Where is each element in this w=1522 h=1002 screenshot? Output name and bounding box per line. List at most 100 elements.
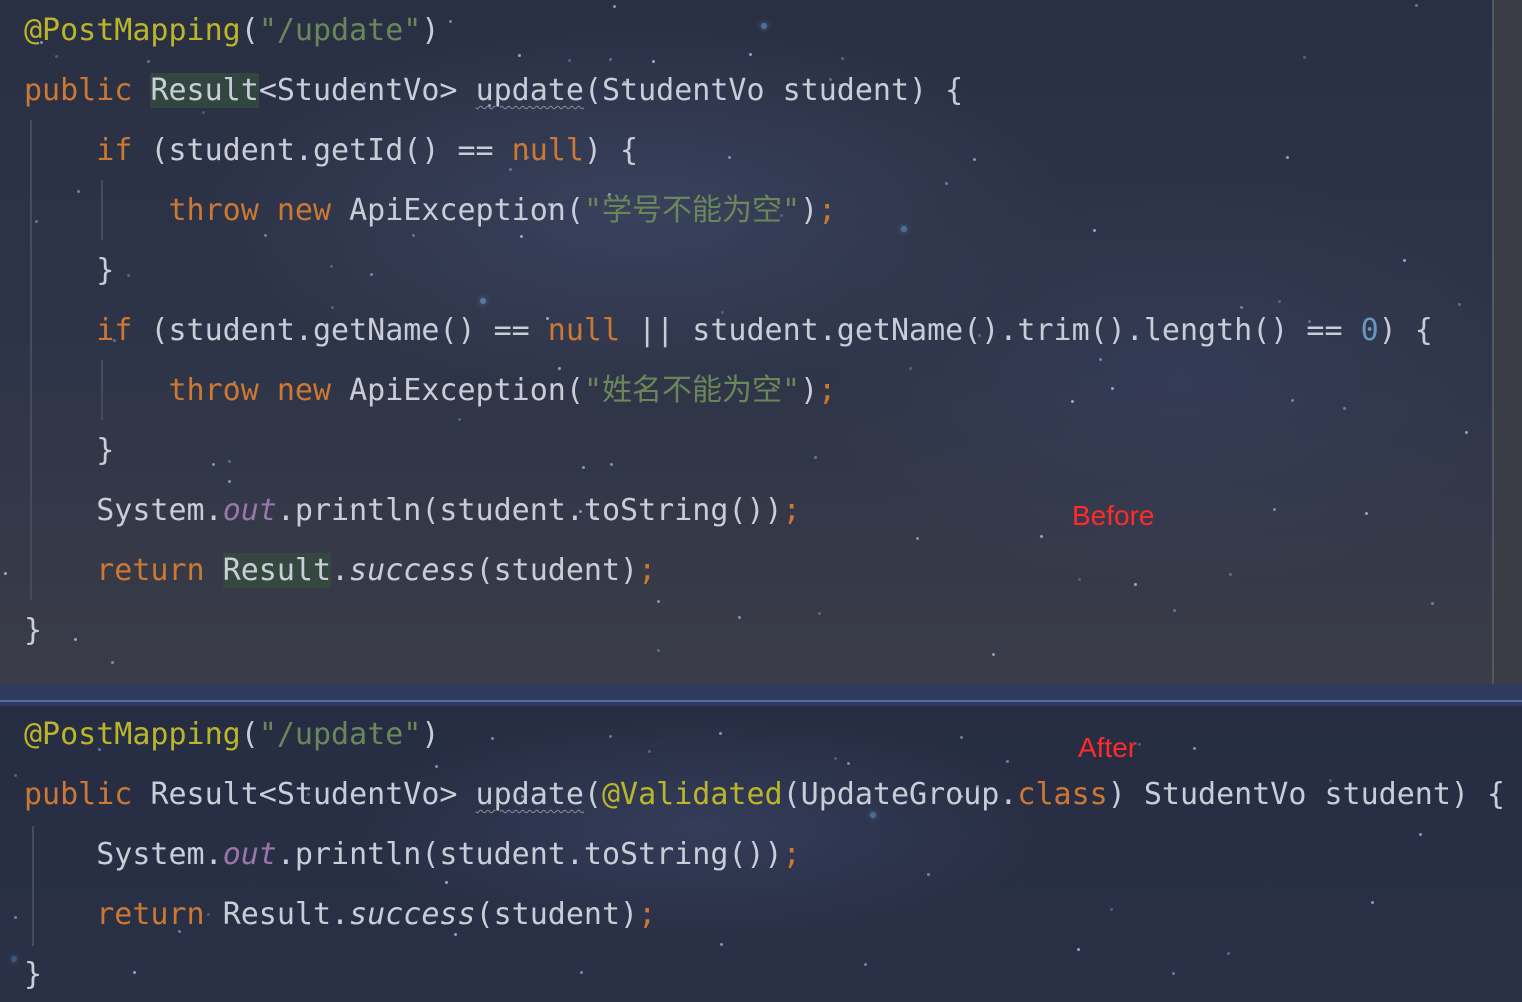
code-panel-after: @PostMapping("/update") public Result<Stu… bbox=[0, 706, 1522, 1002]
code-token: "/update" bbox=[258, 717, 422, 752]
code-line: } bbox=[24, 611, 42, 651]
code-token: ) { bbox=[583, 133, 639, 168]
star bbox=[582, 466, 585, 469]
star bbox=[1099, 358, 1102, 361]
star bbox=[992, 653, 995, 656]
star bbox=[580, 971, 583, 974]
star bbox=[613, 5, 616, 8]
code-token: Result. bbox=[222, 897, 350, 932]
code-token: System. bbox=[24, 837, 223, 872]
star bbox=[1286, 156, 1289, 159]
star bbox=[518, 54, 521, 57]
code-token: ; bbox=[782, 493, 801, 528]
star bbox=[864, 963, 867, 966]
star bbox=[1193, 747, 1196, 750]
star bbox=[719, 732, 722, 735]
star bbox=[568, 59, 571, 62]
code-line: } bbox=[24, 955, 42, 995]
code-token: if bbox=[96, 313, 151, 348]
code-token: (student) bbox=[475, 897, 639, 932]
code-panel-before: @PostMapping("/update") public Result<Stu… bbox=[0, 0, 1522, 684]
code-token: } bbox=[24, 433, 115, 468]
after-label: After bbox=[1078, 732, 1138, 763]
code-token: (student.getId() == bbox=[150, 133, 512, 168]
star bbox=[1229, 573, 1232, 576]
star bbox=[1273, 508, 1276, 511]
code-token: ( bbox=[240, 717, 259, 752]
code-line: } bbox=[24, 251, 114, 291]
star bbox=[1431, 602, 1434, 605]
star bbox=[520, 235, 523, 238]
star bbox=[1365, 512, 1368, 515]
code-line: public Result<StudentVo> update(StudentV… bbox=[24, 71, 963, 111]
star bbox=[1093, 229, 1096, 232]
code-token: @PostMapping bbox=[24, 717, 241, 752]
code-token: } bbox=[24, 613, 43, 648]
code-token: out bbox=[222, 493, 277, 528]
code-token: success bbox=[349, 897, 476, 932]
code-token: "姓名不能为空" bbox=[583, 373, 801, 408]
star bbox=[212, 463, 215, 466]
star bbox=[728, 156, 731, 159]
star bbox=[960, 736, 963, 739]
code-token: . bbox=[331, 553, 350, 588]
star bbox=[370, 273, 373, 276]
star bbox=[14, 774, 17, 777]
code-token: ) bbox=[800, 373, 819, 408]
star bbox=[652, 60, 655, 63]
star bbox=[458, 418, 461, 421]
star bbox=[834, 757, 837, 760]
code-token: null bbox=[511, 133, 584, 168]
star bbox=[720, 943, 723, 946]
code-token: 0 bbox=[1360, 313, 1379, 348]
star bbox=[1303, 56, 1306, 59]
star bbox=[657, 600, 660, 603]
code-token: out bbox=[222, 837, 277, 872]
star bbox=[558, 367, 561, 370]
star bbox=[127, 274, 130, 277]
star bbox=[901, 226, 907, 232]
star bbox=[973, 158, 976, 161]
code-token: ; bbox=[818, 373, 837, 408]
code-token: Result<StudentVo> bbox=[150, 777, 476, 812]
code-token: ) bbox=[421, 717, 440, 752]
star bbox=[945, 182, 948, 185]
code-line: throw new ApiException("姓名不能为空"); bbox=[24, 371, 837, 411]
star bbox=[609, 58, 612, 61]
star bbox=[228, 460, 231, 463]
star bbox=[1006, 760, 1009, 763]
star bbox=[55, 55, 58, 58]
star bbox=[1415, 4, 1418, 7]
star bbox=[916, 537, 919, 540]
code-line: System.out.println(student.toString()); bbox=[24, 835, 801, 875]
code-line: return Result.success(student); bbox=[24, 551, 656, 591]
star bbox=[847, 762, 850, 765]
code-token: "/update" bbox=[258, 13, 422, 48]
code-token: ) StudentVo student) { bbox=[1107, 777, 1506, 812]
star bbox=[331, 306, 334, 309]
code-line: @PostMapping("/update") bbox=[24, 715, 439, 755]
star bbox=[818, 612, 821, 615]
code-token: throw new bbox=[168, 373, 350, 408]
code-token: class bbox=[1017, 777, 1108, 812]
star bbox=[1371, 901, 1374, 904]
star bbox=[1134, 583, 1137, 586]
code-token: (student.getName() == bbox=[150, 313, 548, 348]
vertical-scrollbar[interactable] bbox=[1494, 0, 1522, 684]
code-token: Result bbox=[222, 553, 332, 588]
code-token: ) bbox=[421, 13, 440, 48]
star bbox=[491, 737, 494, 740]
star bbox=[111, 661, 114, 664]
code-token: public bbox=[24, 777, 151, 812]
star bbox=[264, 234, 267, 237]
code-token: ; bbox=[638, 897, 657, 932]
star bbox=[1343, 407, 1346, 410]
star bbox=[1227, 952, 1230, 955]
code-token: ) bbox=[800, 193, 819, 228]
code-token: ; bbox=[782, 837, 801, 872]
code-token: @Validated bbox=[601, 777, 783, 812]
